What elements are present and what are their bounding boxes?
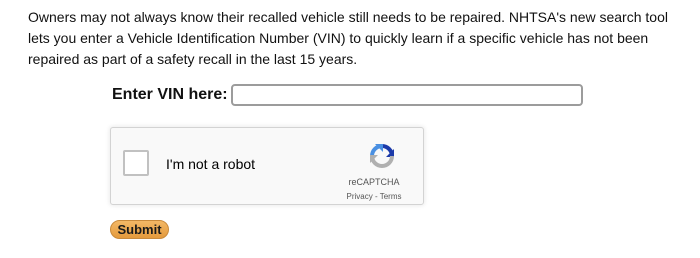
vin-label: Enter VIN here:	[112, 86, 228, 103]
recaptcha-label: I'm not a robot	[166, 156, 256, 172]
vin-row: Enter VIN here:	[112, 84, 583, 106]
recaptcha-link-separator: -	[372, 192, 380, 201]
recaptcha-terms-link[interactable]: Terms	[380, 192, 402, 201]
recaptcha-checkbox[interactable]	[123, 150, 149, 176]
recaptcha-brand: reCAPTCHA	[348, 177, 400, 187]
recaptcha-links: Privacy - Terms	[339, 192, 409, 201]
submit-button[interactable]: Submit	[110, 220, 169, 239]
intro-text: Owners may not always know their recalle…	[28, 9, 668, 67]
recaptcha-privacy-link[interactable]: Privacy	[347, 192, 373, 201]
recaptcha-widget: I'm not a robot reCAPTCHA Privacy - Term…	[110, 127, 424, 205]
recaptcha-logo-icon	[370, 144, 394, 168]
vin-input[interactable]	[230, 84, 583, 106]
